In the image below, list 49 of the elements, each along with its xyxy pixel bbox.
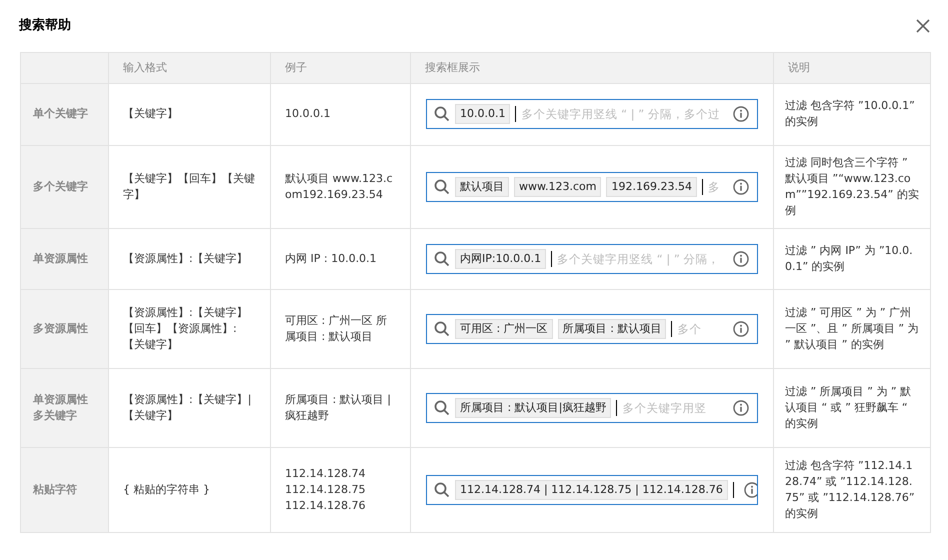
search-placeholder: 多个关键字用竖	[622, 400, 706, 416]
format-cell: 【资源属性】:【关键字】|【关键字】	[108, 368, 270, 447]
row-header-cell: 粘贴字符	[20, 447, 108, 532]
search-tag[interactable]: 所属项目 : 默认项目	[558, 318, 666, 338]
format-cell: 【关键字】	[108, 83, 270, 145]
format-cell: 【资源属性】:【关键字】	[108, 228, 270, 289]
search-placeholder: 多个关键字用竖线 “ | ” 分隔，多个过	[521, 106, 720, 122]
dialog-title: 搜索帮助	[19, 16, 71, 35]
row-header-cell: 单个关键字	[20, 83, 108, 145]
search-field[interactable]: 所属项目 : 默认项目|疯狂越野 多个关键字用竖	[426, 392, 758, 422]
example-cell: 112.14.128.74 112.14.128.75 112.14.128.76	[270, 447, 410, 532]
search-placeholder: 多	[708, 178, 720, 194]
search-tag[interactable]: www.123.com	[514, 176, 602, 196]
description-cell: 过滤 ” 可用区 ” 为 ” 广州一区 ”、且 ” 所属项目 ” 为 ” 默认项目 ” 的实例	[774, 289, 930, 368]
row-header-cell: 多个关键字	[20, 145, 108, 228]
format-cell: 【关键字】【回车】【关键字】	[108, 145, 270, 228]
search-field[interactable]: 112.14.128.74 | 112.14.128.75 | 112.14.128.76	[426, 474, 758, 504]
description-cell: 过滤 ” 所属项目 ” 为 ” 默认项目 “ 或 ” 狂野飙车 “ 的实例	[774, 368, 930, 447]
example-cell: 所属项目 : 默认项目 | 疯狂越野	[270, 368, 410, 447]
description-cell: 过滤 包含字符 ”10.0.0.1” 的实例	[774, 83, 930, 145]
row-header-cell: 单资源属性	[20, 228, 108, 289]
format-cell: 【资源属性】:【关键字】【回车】【资源属性】:【关键字】	[108, 289, 270, 368]
format-cell: { 粘贴的字符串 }	[108, 447, 270, 532]
search-placeholder: 多个	[677, 320, 702, 336]
search-field[interactable]: 内网IP:10.0.0.1 多个关键字用竖线 “ | ” 分隔，	[426, 244, 758, 274]
search-tag[interactable]: 内网IP:10.0.0.1	[455, 248, 546, 268]
row-header-cell: 多资源属性	[20, 289, 108, 368]
search-tag[interactable]: 所属项目 : 默认项目|疯狂越野	[455, 398, 612, 418]
column-header: 输入格式	[108, 52, 270, 83]
column-header: 例子	[270, 52, 410, 83]
description-cell: 过滤 同时包含三个字符 ” 默认项目 ”“www.123.com””192.169.23.54” 的实例	[774, 145, 930, 228]
search-tag[interactable]: 112.14.128.74 | 112.14.128.75 | 112.14.128.76	[455, 480, 728, 500]
example-cell: 可用区 : 广州一区 所属项目 : 默认项目	[270, 289, 410, 368]
column-header: 说明	[774, 52, 930, 83]
search-placeholder: 多个关键字用竖线 “ | ” 分隔，	[557, 250, 720, 266]
example-cell: 10.0.0.1	[270, 83, 410, 145]
search-field[interactable]: 10.0.0.1 多个关键字用竖线 “ | ” 分隔，多个过	[426, 99, 758, 129]
description-cell: 过滤 包含字符 ”112.14.128.74” 或 ”112.14.128.75” 或 ”112.14.128.76” 的实例	[774, 447, 930, 532]
column-header: 搜索框展示	[410, 52, 774, 83]
search-field[interactable]: 可用区 : 广州一区 所属项目 : 默认项目 多个	[426, 314, 758, 344]
search-tag[interactable]: 默认项目	[455, 176, 509, 196]
example-cell: 默认项目 www.123.com192.169.23.54	[270, 145, 410, 228]
description-cell: 过滤 ” 内网 IP” 为 ”10.0.0.1” 的实例	[774, 228, 930, 289]
search-tag[interactable]: 可用区 : 广州一区	[455, 318, 553, 338]
row-header-cell: 单资源属性多关键字	[20, 368, 108, 447]
example-cell: 内网 IP : 10.0.0.1	[270, 228, 410, 289]
search-field[interactable]: 默认项目 www.123.com 192.169.23.54 多	[426, 172, 758, 202]
search-tag[interactable]: 192.169.23.54	[606, 176, 697, 196]
search-tag[interactable]: 10.0.0.1	[455, 104, 510, 124]
